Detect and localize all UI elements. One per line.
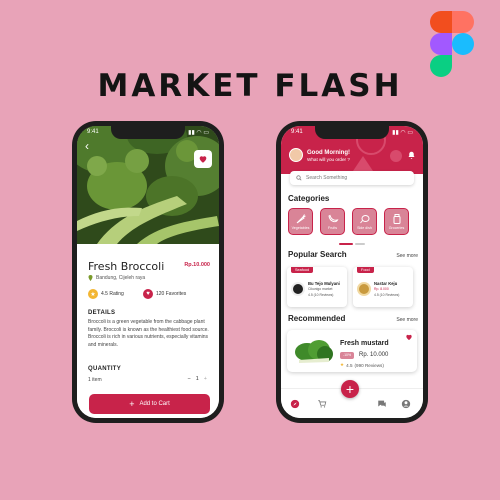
add-to-cart-button[interactable]: + Add to Cart [89,394,210,414]
recommended-price: Rp. 10.000 [359,352,389,358]
star-icon: ★ [88,289,98,299]
product-thumb [357,282,371,296]
notch [111,126,185,139]
compass-icon[interactable] [290,399,300,409]
search-placeholder: Search Something [306,175,348,181]
quantity-label: 1 item [88,377,102,383]
card-rating: 4.5 (10 Reviews) [308,293,334,297]
quantity-value: 1 [195,376,199,382]
search-icon [296,175,302,181]
add-button[interactable]: + [341,380,359,398]
signal-icon: ▮▮ ◠ ▭ [392,130,413,136]
star-icon: ★ [340,362,345,367]
recommended-see-more[interactable]: See more [396,317,418,323]
greeting-subtitle: What will you order ? [307,157,350,162]
heart-icon[interactable] [405,333,413,341]
headline: MARKET FLASH [97,68,403,104]
back-button[interactable]: ‹ [85,140,89,152]
details-panel: Fresh Broccoli Rp.10.000 Bandung, Cijele… [77,244,219,418]
bell-icon[interactable] [407,151,416,160]
favorites-stat: ♥ 120 Favorites [143,289,186,299]
recommended-name: Fresh mustard [340,340,389,347]
search-input[interactable]: Search Something [290,171,414,185]
category-vegetables[interactable]: Vegetables [288,208,313,235]
carrot-icon [296,214,306,224]
status-time: 9:41 [291,129,303,135]
notch [315,126,389,139]
category-side-dish[interactable]: Side dish [352,208,377,235]
popular-card[interactable]: Food Nastar Keju Rp. 8.000 4.5 (10 Revie… [353,267,413,307]
card-tag: Food [357,267,374,273]
home-phone: 9:41 ▮▮ ◠ ▭ Good Morning! What will you … [276,121,428,423]
category-fruits[interactable]: Fruits [320,208,345,235]
heart-icon [199,156,207,163]
category-label: Vegetables [291,226,310,230]
rating-stat: ★ 4.5 Rating [88,289,124,299]
recommended-rating: ★ 4.5 (990 Reviews) [340,362,384,368]
product-image [77,126,219,244]
categories-title: Categories [288,194,330,203]
avatar[interactable] [289,148,303,162]
product-name: Fresh Broccoli [88,260,165,273]
rating-text: 4.5 Rating [101,291,124,297]
figma-logo-icon [430,11,474,77]
favorites-text: 120 Favorites [156,291,187,297]
carousel-indicator [339,243,365,246]
product-image [295,340,333,363]
greeting: Good Morning! What will you order ? [307,150,350,162]
detail-screen: 9:41 ▮▮ ◠ ▭ ‹ Fresh Broccoli Rp.10.000 B… [77,126,219,418]
home-screen: 9:41 ▮▮ ◠ ▭ Good Morning! What will you … [281,126,423,418]
location-text: Bandung, Cijeleh raya [96,275,146,281]
category-label: Groceries [388,226,405,230]
plus-button[interactable]: + [204,376,207,382]
product-description: Broccoli is a green vegetable from the c… [88,319,209,348]
popular-title: Popular Search [288,250,347,259]
card-tag: Seafood [291,267,314,273]
card-rating: 4.5 (10 Reviews) [374,293,400,297]
recommended-title: Recommended [288,314,346,323]
rating-value: 4.5 [346,362,353,368]
signal-icon: ▮▮ ◠ ▭ [188,130,209,136]
recommended-card[interactable]: Fresh mustard -10% Rp. 10.000 ★ 4.5 (990… [287,330,417,372]
chat-icon[interactable] [377,399,387,409]
greeting-title: Good Morning! [307,150,350,156]
category-label: Fruits [328,226,337,230]
details-title: DETAILS [88,310,116,316]
heart-icon: ♥ [143,289,153,299]
jar-icon [393,214,400,224]
banana-icon [327,214,338,223]
detail-phone: 9:41 ▮▮ ◠ ▭ ‹ Fresh Broccoli Rp.10.000 B… [72,121,224,423]
quantity-stepper[interactable]: − 1 + [188,376,208,382]
category-label: Side dish [357,226,372,230]
profile-icon[interactable] [401,399,411,409]
seller-avatar [291,282,305,296]
quantity-title: QUANTITY [88,366,122,372]
product-location: Bandung, Cijeleh raya [88,275,145,281]
category-groceries[interactable]: Groceries [384,208,409,235]
discount-badge: -10% [340,352,354,359]
location-pin-icon [88,275,93,281]
product-price: Rp.10.000 [184,262,210,268]
add-to-cart-label: Add to Cart [139,401,170,407]
popular-card[interactable]: Seafood Bu Tejo Mulyani Cikunigo market … [287,267,347,307]
plus-icon: + [129,399,135,409]
cart-icon[interactable] [317,399,327,409]
card-price: Rp. 8.000 [374,287,389,291]
status-time: 9:41 [87,129,99,135]
popular-see-more[interactable]: See more [396,253,418,259]
minus-button[interactable]: − [188,376,191,382]
favorite-button[interactable] [194,150,212,168]
meat-icon [359,215,369,224]
card-title: Bu Tejo Mulyani [308,281,340,286]
card-store: Cikunigo market [308,287,333,291]
card-title: Nastar Keju [374,281,398,286]
reviews-count: (990 Reviews) [354,362,384,368]
